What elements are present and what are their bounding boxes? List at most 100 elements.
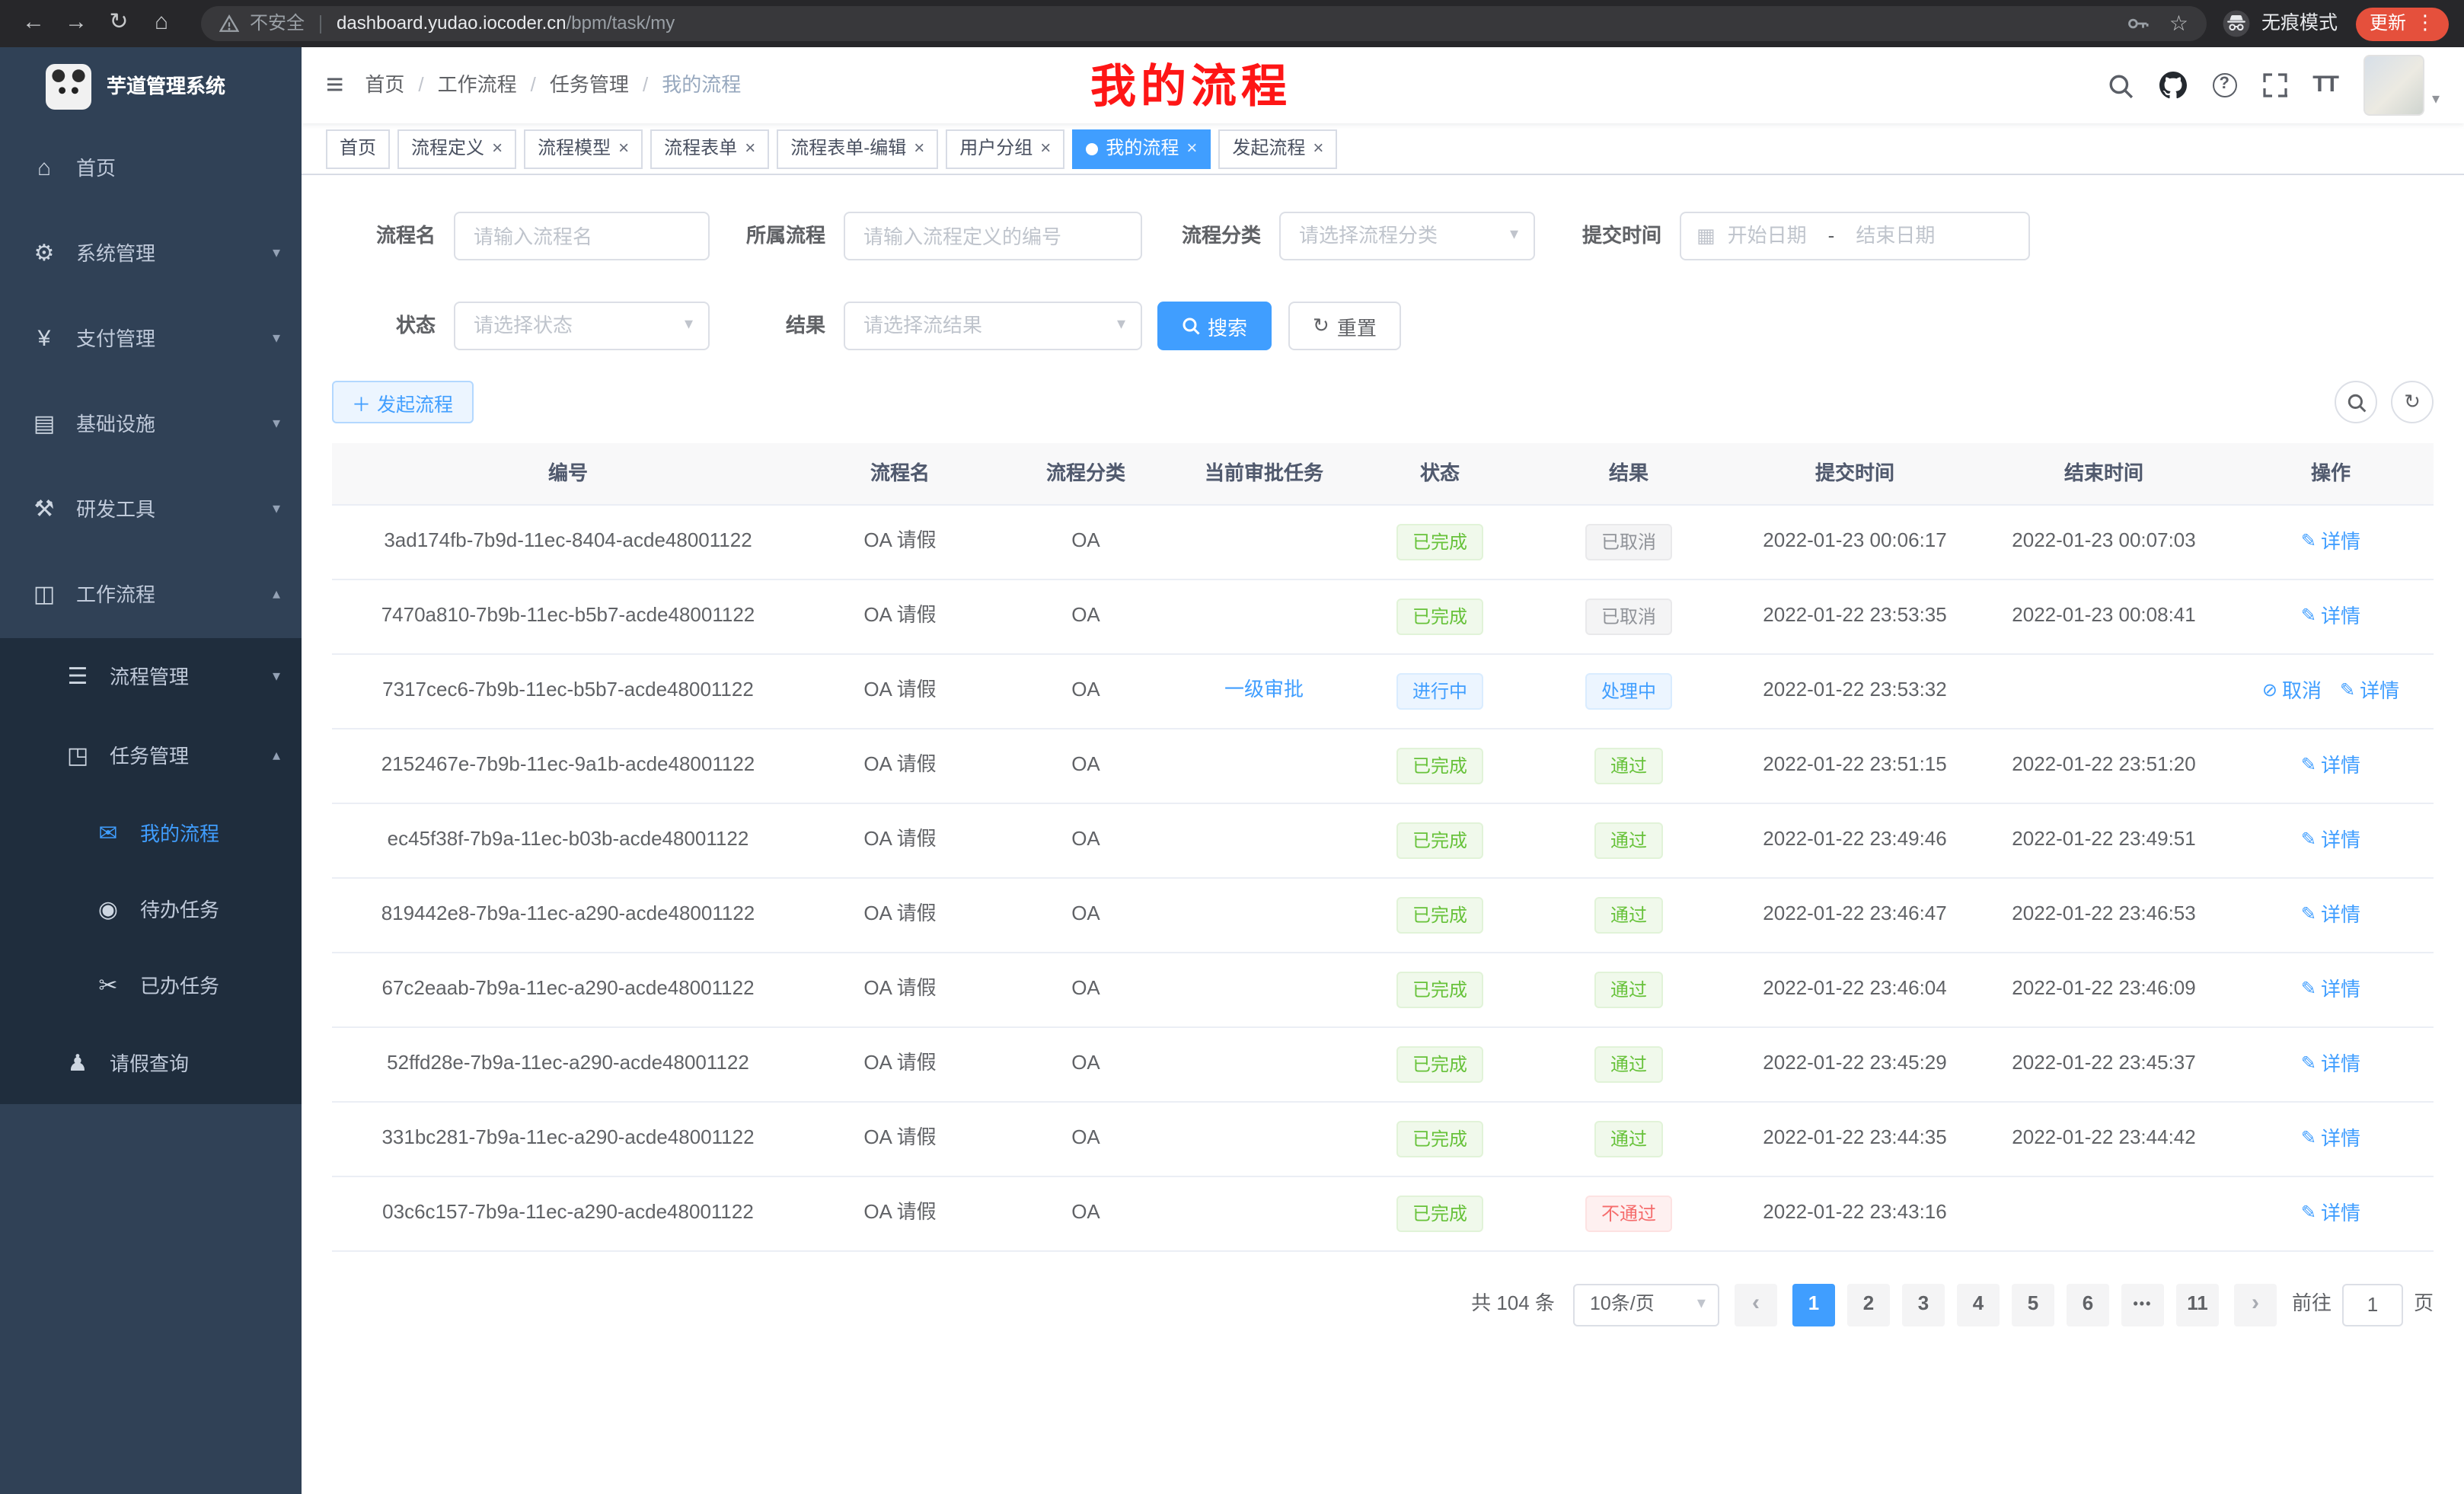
- page-size-select[interactable]: 10条/页 ▾: [1573, 1283, 1719, 1326]
- reset-button[interactable]: ↻ 重置: [1288, 302, 1401, 350]
- close-icon[interactable]: ×: [914, 137, 924, 160]
- dashboard-icon: ⌂: [30, 155, 58, 184]
- task-link[interactable]: 一级审批: [1224, 678, 1304, 701]
- col-name: 流程名: [804, 443, 996, 504]
- pager-more[interactable]: •••: [2121, 1283, 2164, 1326]
- pager-page[interactable]: 5: [2012, 1283, 2054, 1326]
- tab[interactable]: 用户分组×: [946, 129, 1064, 168]
- result-select[interactable]: 请选择流结果 ▾: [844, 302, 1142, 350]
- process-definition-input[interactable]: [844, 212, 1142, 260]
- app: ← → ↻ ⌂ 不安全 dashboard.yudao.iocoder.cn/b…: [0, 0, 2464, 1494]
- action-detail-link[interactable]: ✎详情: [2301, 604, 2360, 629]
- browser-menu-icon[interactable]: ⋮: [2415, 11, 2435, 37]
- tab[interactable]: 首页: [326, 129, 390, 168]
- sidebar-item-workflow[interactable]: ◫ 工作流程 ▴: [0, 553, 302, 638]
- scissors-icon: ✂: [94, 972, 122, 1001]
- reset-button-label: 重置: [1337, 311, 1377, 340]
- sidebar-item-done-tasks[interactable]: ✂ 已办任务: [0, 949, 302, 1025]
- tab[interactable]: 流程定义×: [397, 129, 516, 168]
- sidebar-item-task-management[interactable]: ◳ 任务管理 ▴: [0, 717, 302, 796]
- home-icon[interactable]: ⌂: [143, 5, 180, 42]
- breadcrumb-home[interactable]: 首页: [365, 73, 404, 98]
- action-detail-link[interactable]: ✎详情: [2301, 828, 2360, 853]
- avatar[interactable]: [2363, 55, 2424, 116]
- process-name-input[interactable]: [454, 212, 710, 260]
- search-button[interactable]: 搜索: [1157, 302, 1272, 350]
- sidebar-item-home[interactable]: ⌂ 首页: [0, 126, 302, 212]
- sidebar-item-system[interactable]: ⚙ 系统管理 ▾: [0, 212, 302, 297]
- action-detail-link[interactable]: ✎详情: [2301, 1126, 2360, 1151]
- action-detail-link[interactable]: ✎详情: [2301, 902, 2360, 927]
- create-process-button[interactable]: ＋ 发起流程: [332, 381, 473, 423]
- url-domain: dashboard.yudao.iocoder.cn: [337, 12, 567, 34]
- pager-page[interactable]: 1: [1792, 1283, 1835, 1326]
- font-size-icon[interactable]: TT: [2312, 71, 2338, 100]
- password-key-icon[interactable]: [2127, 12, 2150, 35]
- close-icon[interactable]: ×: [1186, 137, 1197, 160]
- col-submit-time: 提交时间: [1730, 443, 1980, 504]
- status-select[interactable]: 请选择状态 ▾: [454, 302, 710, 350]
- sidebar-item-todo-tasks[interactable]: ◉ 待办任务: [0, 873, 302, 949]
- github-icon[interactable]: [2159, 72, 2186, 99]
- tab[interactable]: 流程表单-编辑×: [777, 129, 938, 168]
- pager-page[interactable]: 2: [1847, 1283, 1890, 1326]
- action-detail-link[interactable]: ✎详情: [2340, 678, 2399, 704]
- result-tag: 通过: [1595, 1120, 1662, 1157]
- sidebar-item-leave-query[interactable]: ♟ 请假查询: [0, 1025, 302, 1104]
- address-bar[interactable]: 不安全 dashboard.yudao.iocoder.cn/bpm/task/…: [201, 6, 2207, 41]
- detail-icon: ✎: [2301, 605, 2316, 627]
- sidebar-item-payment[interactable]: ¥ 支付管理 ▾: [0, 297, 302, 382]
- process-category-select[interactable]: 请选择流程分类 ▾: [1279, 212, 1535, 260]
- close-icon[interactable]: ×: [1313, 137, 1323, 160]
- hamburger-icon[interactable]: ≡: [326, 66, 343, 104]
- pager-next-button[interactable]: ›: [2234, 1283, 2277, 1326]
- refresh-table-button[interactable]: ↻: [2391, 381, 2434, 423]
- search-button-label: 搜索: [1208, 311, 1247, 340]
- toggle-search-button[interactable]: [2335, 381, 2377, 423]
- search-icon[interactable]: [2107, 72, 2133, 98]
- pager-page[interactable]: 6: [2067, 1283, 2109, 1326]
- logo[interactable]: 芋道管理系统: [0, 47, 302, 126]
- submit-time-range-picker[interactable]: ▦ 开始日期 - 结束日期: [1680, 212, 2030, 260]
- breadcrumb-workflow[interactable]: 工作流程: [438, 73, 517, 98]
- close-icon[interactable]: ×: [618, 137, 629, 160]
- tab[interactable]: 发起流程×: [1218, 129, 1337, 168]
- close-icon[interactable]: ×: [745, 137, 755, 160]
- breadcrumb-task-management[interactable]: 任务管理: [550, 73, 629, 98]
- pager-prev-button[interactable]: ‹: [1735, 1283, 1777, 1326]
- close-icon[interactable]: ×: [1040, 137, 1051, 160]
- pager-page[interactable]: 11: [2176, 1283, 2219, 1326]
- tab[interactable]: 流程模型×: [524, 129, 643, 168]
- cell-name: OA 请假: [804, 504, 996, 579]
- action-detail-link[interactable]: ✎详情: [2301, 753, 2360, 778]
- pager-page[interactable]: 4: [1957, 1283, 2000, 1326]
- sidebar-item-label: 首页: [76, 157, 116, 182]
- back-icon[interactable]: ←: [15, 5, 52, 42]
- user-menu[interactable]: ▾: [2363, 55, 2440, 116]
- update-button[interactable]: 更新 ⋮: [2356, 7, 2449, 40]
- tab-active[interactable]: 我的流程×: [1072, 129, 1211, 168]
- cell-category: OA: [996, 1026, 1176, 1101]
- action-detail-link[interactable]: ✎详情: [2301, 529, 2360, 554]
- help-icon[interactable]: ?: [2212, 73, 2236, 97]
- reload-icon[interactable]: ↻: [101, 5, 137, 42]
- sidebar-item-label: 任务管理: [110, 745, 189, 770]
- fullscreen-icon[interactable]: [2262, 73, 2287, 97]
- action-detail-link[interactable]: ✎详情: [2301, 977, 2360, 1002]
- action-detail-link[interactable]: ✎详情: [2301, 1052, 2360, 1077]
- sidebar-item-dev-tools[interactable]: ⚒ 研发工具 ▾: [0, 468, 302, 553]
- warning-icon: [219, 14, 239, 34]
- goto-page-input[interactable]: [2342, 1283, 2403, 1326]
- forward-icon[interactable]: →: [58, 5, 94, 42]
- bookmark-star-icon[interactable]: ☆: [2169, 11, 2188, 37]
- pager-page[interactable]: 3: [1902, 1283, 1945, 1326]
- cancel-icon: ⊘: [2262, 679, 2277, 702]
- sidebar-item-my-process[interactable]: ✉ 我的流程: [0, 796, 302, 873]
- sidebar-item-infrastructure[interactable]: ▤ 基础设施 ▾: [0, 382, 302, 468]
- table-row: 819442e8-7b9a-11ec-a290-acde48001122OA 请…: [332, 877, 2434, 952]
- close-icon[interactable]: ×: [492, 137, 503, 160]
- action-cancel-link[interactable]: ⊘取消: [2262, 678, 2322, 704]
- action-detail-link[interactable]: ✎详情: [2301, 1201, 2360, 1226]
- tab[interactable]: 流程表单×: [650, 129, 769, 168]
- sidebar-item-process-management[interactable]: ☰ 流程管理 ▾: [0, 638, 302, 717]
